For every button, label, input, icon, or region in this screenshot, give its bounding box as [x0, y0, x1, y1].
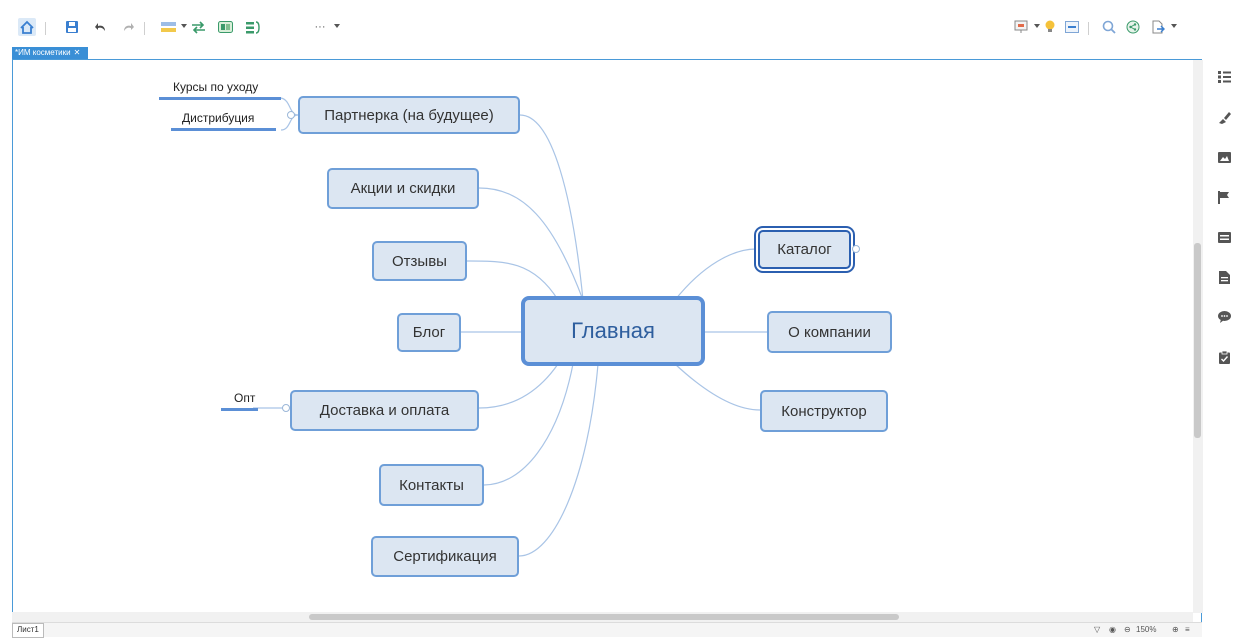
- horizontal-scroll-thumb[interactable]: [309, 614, 899, 620]
- topic-katalog[interactable]: Каталог: [758, 230, 851, 269]
- topic-blog[interactable]: Блог: [397, 313, 461, 352]
- image-icon[interactable]: [1217, 150, 1231, 164]
- topic-o-kompanii[interactable]: О компании: [767, 311, 892, 353]
- topic-label: Сертификация: [393, 548, 497, 565]
- share-icon[interactable]: [1125, 18, 1141, 36]
- redo-icon[interactable]: [121, 18, 135, 36]
- topic-konstruktor[interactable]: Конструктор: [760, 390, 888, 432]
- undo-icon[interactable]: [94, 18, 108, 36]
- vertical-scroll-thumb[interactable]: [1194, 243, 1201, 438]
- subtopic-underline: [221, 408, 258, 411]
- topic-label: Контакты: [399, 476, 464, 494]
- collapse-toggle-icon[interactable]: [282, 404, 290, 412]
- home-icon[interactable]: [17, 18, 37, 36]
- topic-aktsii[interactable]: Акции и скидки: [327, 168, 479, 209]
- subtopic-kursy[interactable]: Курсы по уходу: [173, 80, 258, 94]
- topic-label: Блог: [412, 324, 446, 341]
- topic-dostavka[interactable]: Доставка и оплата: [290, 390, 479, 431]
- side-panel: [1212, 60, 1244, 639]
- topic-sertifikatsiya[interactable]: Сертификация: [371, 536, 519, 577]
- task-icon[interactable]: [1217, 350, 1231, 364]
- topic-label: Доставка и оплата: [319, 402, 450, 419]
- notes-icon[interactable]: [1217, 270, 1231, 284]
- outline-icon[interactable]: [1064, 18, 1080, 36]
- presentation-icon[interactable]: [1013, 18, 1029, 36]
- topic-label: Акции и скидки: [350, 180, 456, 197]
- comments-icon[interactable]: [1217, 310, 1231, 324]
- topic-label: Каталог: [777, 241, 832, 258]
- outline-panel-icon[interactable]: [1217, 70, 1231, 84]
- zoom-in-icon[interactable]: ⊕: [1172, 625, 1179, 634]
- document-tab-title: *ИМ косметики: [15, 48, 71, 57]
- relationship-icon[interactable]: [190, 18, 206, 36]
- format-brush-icon[interactable]: [1217, 110, 1231, 124]
- zoom-level[interactable]: 150%: [1136, 625, 1156, 634]
- mindmap-canvas[interactable]: Главная Партнерка (на будущее) Акции и с…: [12, 59, 1202, 622]
- boundary-icon[interactable]: [217, 18, 233, 36]
- export-icon[interactable]: [1150, 18, 1166, 36]
- sheet-tab[interactable]: Лист1: [12, 623, 44, 638]
- fit-icon[interactable]: ≡: [1185, 625, 1190, 634]
- topic-label: Конструктор: [781, 402, 867, 420]
- topic-label: Отзывы: [392, 252, 447, 270]
- subtopic-distributsiya[interactable]: Дистрибуция: [182, 111, 254, 125]
- text-style-icon[interactable]: [1217, 230, 1231, 244]
- filter-icon[interactable]: ▽: [1094, 625, 1100, 634]
- horizontal-scrollbar[interactable]: [12, 612, 1193, 622]
- vertical-scrollbar[interactable]: [1193, 60, 1203, 613]
- topic-otzyvy[interactable]: Отзывы: [372, 241, 467, 281]
- topic-label: Партнерка (на будущее): [324, 106, 494, 124]
- topic-partnerka[interactable]: Партнерка (на будущее): [298, 96, 520, 134]
- search-icon[interactable]: [1101, 18, 1117, 36]
- subtopic-opt[interactable]: Опт: [234, 391, 255, 405]
- subtopic-underline: [159, 97, 281, 100]
- topic-label: О компании: [788, 323, 871, 341]
- topic-kontakty[interactable]: Контакты: [379, 464, 484, 506]
- expand-toggle-icon[interactable]: [852, 245, 860, 253]
- save-icon[interactable]: [64, 18, 80, 36]
- summary-icon[interactable]: [245, 18, 261, 36]
- more-icon[interactable]: ···: [312, 18, 328, 36]
- collapse-toggle-icon[interactable]: [287, 111, 295, 119]
- close-tab-icon[interactable]: ✕: [74, 48, 81, 57]
- zoom-out-icon[interactable]: ⊖: [1124, 625, 1131, 634]
- eye-icon[interactable]: ◉: [1109, 625, 1116, 634]
- status-bar: Лист1 ▽ ◉ ⊖ 150% ⊕ ≡: [12, 622, 1202, 638]
- central-topic[interactable]: Главная: [521, 296, 705, 366]
- brainstorm-icon[interactable]: [1043, 18, 1057, 36]
- central-topic-label: Главная: [571, 318, 655, 343]
- marker-flag-icon[interactable]: [1217, 190, 1231, 204]
- main-toolbar: ···: [0, 0, 1244, 46]
- document-tab[interactable]: *ИМ косметики ✕: [12, 47, 88, 59]
- subtopic-underline: [171, 128, 276, 131]
- topic-icon[interactable]: [160, 18, 176, 36]
